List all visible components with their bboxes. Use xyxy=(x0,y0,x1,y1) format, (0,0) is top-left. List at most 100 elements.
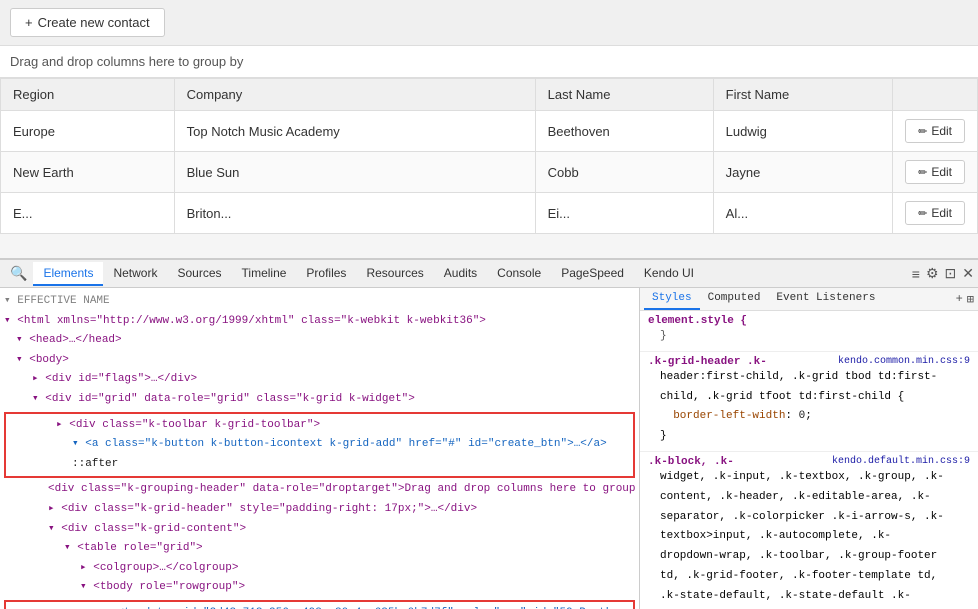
flags-div: ▸ <div id="flags">…</div> xyxy=(32,373,197,385)
grid-toolbar: + Create new contact xyxy=(0,0,978,46)
tree-line[interactable]: ▸ <colgroup>…</colgroup> xyxy=(0,559,639,579)
devtools-tab-bar: 🔍 Elements Network Sources Timeline Prof… xyxy=(0,260,978,288)
edit-button[interactable]: ✏ Edit xyxy=(905,201,965,225)
tab-timeline[interactable]: Timeline xyxy=(232,262,297,286)
tree-line[interactable]: ▾ <div id="grid" data-role="grid" class=… xyxy=(0,390,639,410)
style-line: content, .k-header, .k-editable-area, .k… xyxy=(660,488,970,508)
tree-line[interactable]: ▾ EFFECTIVE NAME xyxy=(0,292,639,312)
grid-section: + Create new contact Drag and drop colum… xyxy=(0,0,978,260)
tab-kendo-ui[interactable]: Kendo UI xyxy=(634,262,704,286)
styles-tab-bar: Styles Computed Event Listeners + ⊞ xyxy=(640,288,978,311)
settings-icon[interactable]: ⚙ xyxy=(926,265,939,282)
tree-line[interactable]: ▸ <tr data-uid="3d48c718-356a-498e-80c4-… xyxy=(8,604,631,609)
cell-company: Briton... xyxy=(174,193,535,234)
style-prop: } xyxy=(660,330,667,342)
dock-icon[interactable]: ⊡ xyxy=(945,265,957,282)
search-icon[interactable]: 🔍 xyxy=(4,265,33,282)
column-first-name[interactable]: First Name xyxy=(713,79,892,111)
comment-text: ▾ EFFECTIVE NAME xyxy=(4,295,110,307)
column-last-name[interactable]: Last Name xyxy=(535,79,713,111)
tree-line[interactable]: ▾ <tbody role="rowgroup"> xyxy=(0,578,639,598)
styles-tab-icons: + ⊞ xyxy=(956,288,974,310)
cell-last-name: Ei... xyxy=(535,193,713,234)
tab-network[interactable]: Network xyxy=(103,262,167,286)
tree-line[interactable]: ▾ <table role="grid"> xyxy=(0,539,639,559)
grouping-header: Drag and drop columns here to group by xyxy=(0,46,978,78)
create-btn-label: Create new contact xyxy=(38,15,150,30)
highlight-toolbar: ▸ <div class="k-toolbar k-grid-toolbar">… xyxy=(4,412,635,479)
styles-panel: Styles Computed Event Listeners + ⊞ elem… xyxy=(640,288,978,609)
tab-resources[interactable]: Resources xyxy=(356,262,433,286)
pseudo-after: ::after xyxy=(72,458,118,470)
grid-header-div: ▸ <div class="k-grid-header" style="padd… xyxy=(48,503,477,515)
style-line: dropdown-wrap, .k-toolbar, .k-group-foot… xyxy=(660,547,970,567)
create-new-contact-button[interactable]: + Create new contact xyxy=(10,8,165,37)
style-block-content: header:first-child, .k-grid tbod td:firs… xyxy=(648,368,970,447)
tab-computed[interactable]: Computed xyxy=(700,288,769,310)
tree-line[interactable]: ▾ <body> xyxy=(0,351,639,371)
edit-button[interactable]: ✏ Edit xyxy=(905,160,965,184)
tab-profiles[interactable]: Profiles xyxy=(296,262,356,286)
tree-line[interactable]: ▾ <div class="k-grid-content"> xyxy=(0,520,639,540)
table-row: New Earth Blue Sun Cobb Jayne ✏ Edit xyxy=(1,152,978,193)
html-tag: ▾ <html xmlns="http://www.w3.org/1999/xh… xyxy=(4,315,486,327)
pencil-icon: ✏ xyxy=(918,125,927,138)
style-line: widget, .k-input, .k-textbox, .k-group, … xyxy=(660,468,970,488)
tree-line[interactable]: ▾ <a class="k-button k-button-icontext k… xyxy=(8,435,631,455)
tab-pagespeed[interactable]: PageSpeed xyxy=(551,262,634,286)
edit-button[interactable]: ✏ Edit xyxy=(905,119,965,143)
tree-line[interactable]: ::after xyxy=(8,455,631,475)
style-source: kendo.default.min.css:9 xyxy=(832,456,970,467)
grid-container: Region Company Last Name First Name Euro… xyxy=(0,78,978,234)
add-style-icon[interactable]: + xyxy=(956,292,963,306)
tree-line[interactable]: ▾ <head>…</head> xyxy=(0,331,639,351)
style-selector: element.style { xyxy=(648,315,747,327)
kendo-default-style-block: .k-block, .k- kendo.default.min.css:9 wi… xyxy=(640,452,978,609)
style-selector: .k-block, .k- xyxy=(648,456,734,468)
pencil-icon: ✏ xyxy=(918,207,927,220)
tab-audits[interactable]: Audits xyxy=(434,262,487,286)
edit-label: Edit xyxy=(931,124,952,138)
style-line: border-left-width: 0; xyxy=(660,407,970,427)
tab-event-listeners[interactable]: Event Listeners xyxy=(768,288,883,310)
toggle-icon[interactable]: ⊞ xyxy=(967,292,974,307)
cell-last-name: Beethoven xyxy=(535,111,713,152)
elements-panel[interactable]: ▾ EFFECTIVE NAME ▾ <html xmlns="http://w… xyxy=(0,288,640,609)
tab-elements[interactable]: Elements xyxy=(33,262,103,286)
cell-edit: ✏ Edit xyxy=(893,111,978,152)
format-icon[interactable]: ≡ xyxy=(912,266,920,282)
style-line: td, .k-grid-footer, .k-footer-template t… xyxy=(660,567,970,587)
tab-console[interactable]: Console xyxy=(487,262,551,286)
tree-line[interactable]: ▸ <div class="k-toolbar k-grid-toolbar"> xyxy=(8,416,631,436)
cell-company: Top Notch Music Academy xyxy=(174,111,535,152)
element-style-block: element.style { } xyxy=(640,311,978,352)
table-row: Europe Top Notch Music Academy Beethoven… xyxy=(1,111,978,152)
colgroup-tag: ▸ <colgroup>…</colgroup> xyxy=(80,562,238,574)
edit-label: Edit xyxy=(931,206,952,220)
cell-first-name: Jayne xyxy=(713,152,892,193)
anchor-tag: ▾ <a class="k-button k-button-icontext k… xyxy=(72,438,607,450)
column-region[interactable]: Region xyxy=(1,79,175,111)
style-line: header:first-child, .k-grid tbod td:firs… xyxy=(660,368,970,408)
highlight-beethoven-row: ▸ <tr data-uid="3d48c718-356a-498e-80c4-… xyxy=(4,600,635,609)
grid-content-div: ▾ <div class="k-grid-content"> xyxy=(48,523,246,535)
close-icon[interactable]: ✕ xyxy=(962,265,974,282)
cell-region: New Earth xyxy=(1,152,175,193)
tree-line[interactable]: ▾ <html xmlns="http://www.w3.org/1999/xh… xyxy=(0,312,639,332)
column-company[interactable]: Company xyxy=(174,79,535,111)
devtools-panel: 🔍 Elements Network Sources Timeline Prof… xyxy=(0,260,978,609)
tree-line[interactable]: ▸ <div class="k-grid-header" style="padd… xyxy=(0,500,639,520)
cell-edit: ✏ Edit xyxy=(893,152,978,193)
tab-styles[interactable]: Styles xyxy=(644,288,700,310)
tree-line[interactable]: <div class="k-grouping-header" data-role… xyxy=(0,480,639,500)
body-tag: ▾ <body> xyxy=(16,354,69,366)
style-block-content: widget, .k-input, .k-textbox, .k-group, … xyxy=(648,468,970,609)
pencil-icon: ✏ xyxy=(918,166,927,179)
cell-region: E... xyxy=(1,193,175,234)
head-tag: ▾ <head>…</head> xyxy=(16,334,122,346)
cell-first-name: Ludwig xyxy=(713,111,892,152)
cell-first-name: Al... xyxy=(713,193,892,234)
tab-sources[interactable]: Sources xyxy=(167,262,231,286)
table-tag: ▾ <table role="grid"> xyxy=(64,542,203,554)
tree-line[interactable]: ▸ <div id="flags">…</div> xyxy=(0,370,639,390)
